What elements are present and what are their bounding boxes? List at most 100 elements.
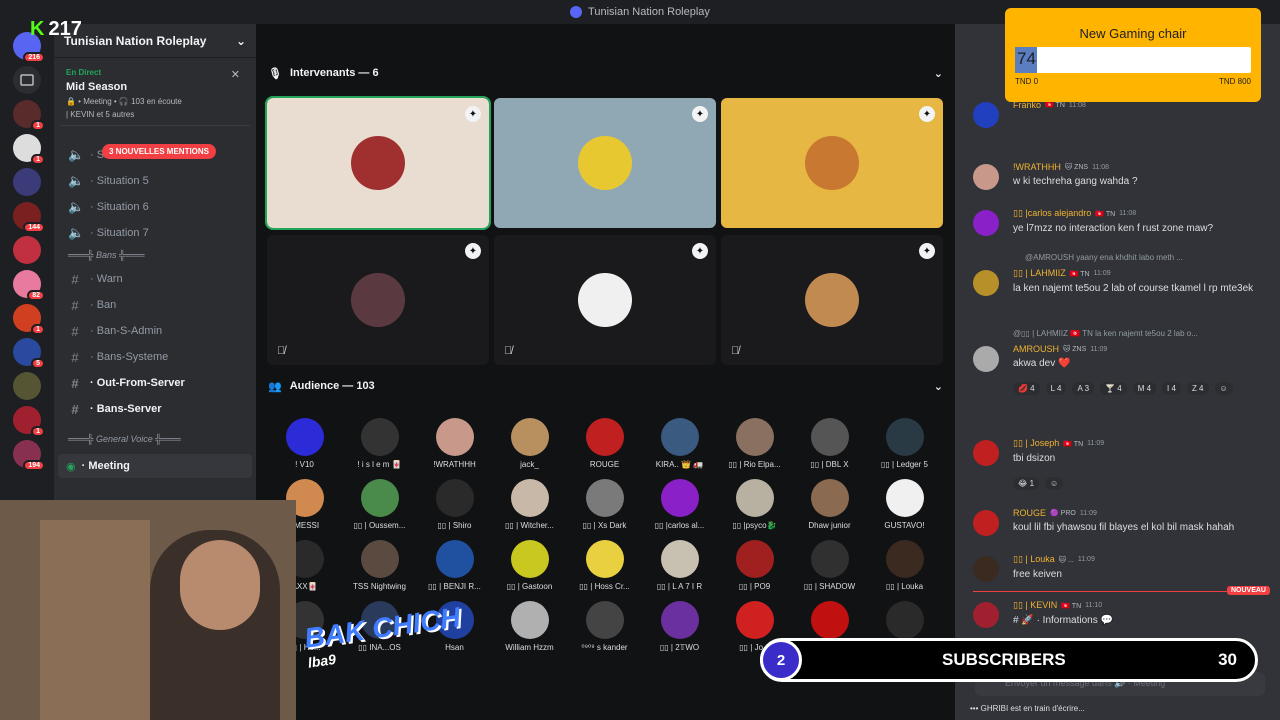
reaction-chip[interactable]: I 4 xyxy=(1162,382,1181,395)
audience-member[interactable]: ▯▯ | Shiro xyxy=(417,479,492,530)
audience-member[interactable]: ▯▯ | Rio Elpa... xyxy=(717,418,792,469)
audience-member[interactable]: ▯▯ | SHADOW xyxy=(792,540,867,591)
server-icon[interactable]: 82 xyxy=(13,270,45,301)
audience-member[interactable]: ROUGE xyxy=(567,418,642,469)
hash-icon: # xyxy=(71,349,79,365)
audience-member[interactable]: William Hzzm xyxy=(492,601,567,652)
reaction-chip[interactable]: A 3 xyxy=(1072,382,1095,395)
reply-preview[interactable]: @▯▯ | LAHMIIZ 🇹🇳 TN la ken najemt te5ou … xyxy=(1013,329,1198,338)
server-icon[interactable]: 144 xyxy=(13,202,45,233)
home-badge: 216 xyxy=(23,52,45,63)
category-general-voice[interactable]: ═══╬ General Voice ╬═══ xyxy=(54,430,256,450)
audience-member[interactable]: ▯▯ |psyco🐉 xyxy=(717,479,792,530)
chat-message[interactable]: ▯▯ | Joseph 🇹🇳 TN 11:09 tbi dsizon xyxy=(973,438,1268,466)
audience-member[interactable]: TSS Nightwing xyxy=(342,540,417,591)
server-icon[interactable]: 1 xyxy=(13,100,45,131)
text-channel[interactable]: # · Out-From-Server xyxy=(54,370,256,396)
audience-member[interactable]: ▯▯ | Witcher... xyxy=(492,479,567,530)
reply-preview[interactable]: @AMROUSH yaany ena khdhit labo meth ... xyxy=(1025,253,1183,262)
reaction-chip[interactable]: L 4 xyxy=(1045,382,1067,395)
audience-member[interactable]: ▯▯ | L A 7 I R xyxy=(642,540,717,591)
text-channel[interactable]: # · Warn xyxy=(54,266,256,292)
audience-member[interactable]: ⁰⁹⁰⁹ s kander xyxy=(567,601,642,652)
chat-message[interactable]: ROUGE 🟣 PRO 11:09 koul lil fbi yhawsou fil … xyxy=(973,508,1268,536)
avatar xyxy=(973,210,999,236)
voice-channel[interactable]: 🔈 · Situation 5 xyxy=(54,168,256,194)
speaker-tile[interactable]: ✦ xyxy=(721,98,943,228)
audience-member[interactable]: ▯▯ | 2𝕋WO xyxy=(642,601,717,652)
speaker-tile[interactable]: ✦ xyxy=(265,96,491,230)
audience-member[interactable]: ▯▯ | Hoss Cr... xyxy=(567,540,642,591)
server-header[interactable]: Tunisian Nation Roleplay ⌄ xyxy=(54,24,256,58)
avatar xyxy=(810,418,849,456)
inbox-icon[interactable] xyxy=(13,66,41,94)
server-icon[interactable]: 194 xyxy=(13,440,45,471)
chat-message[interactable]: ▯▯ | KEVIN 🇹🇳 TN 11:10 # 🚀 · Informations 💬 xyxy=(973,600,1268,628)
speaker-tile[interactable]: ✦ 🎙̸ xyxy=(721,235,943,365)
chat-message[interactable]: !WRATHHH 🐱 ZNS 11:08 w ki techreha gang wah… xyxy=(973,162,1268,190)
audience-member[interactable]: Dhaw junior xyxy=(792,479,867,530)
close-icon[interactable]: ✕ xyxy=(231,68,240,81)
audience-member[interactable]: ! V10 xyxy=(267,418,342,469)
reaction-chip[interactable]: ☺ xyxy=(1214,382,1233,395)
audience-member[interactable]: ▯▯ | Gastoon xyxy=(492,540,567,591)
audience-member[interactable]: KIRA.. 👑 🚛 xyxy=(642,418,717,469)
reaction-chip[interactable]: 💋 4 xyxy=(1013,382,1040,395)
chat-message[interactable]: AMROUSH 🐱 ZNS 11:09 akwa dev ❤️ xyxy=(973,344,1268,372)
server-icon[interactable]: 1 xyxy=(13,406,45,437)
author-name[interactable]: AMROUSH xyxy=(1013,344,1059,354)
author-name[interactable]: ROUGE xyxy=(1013,508,1046,518)
audience-member[interactable]: ▯▯ |carlos al... xyxy=(642,479,717,530)
audience-member[interactable]: GUSTAVO! xyxy=(867,479,942,530)
new-mentions-pill[interactable]: 3 NOUVELLES MENTIONS xyxy=(102,144,217,159)
live-stage-card[interactable]: En Direct Mid Season 🔒 • Meeting • 🎧 103… xyxy=(60,62,250,126)
reaction-chip[interactable]: Z 4 xyxy=(1186,382,1209,395)
reaction-chip[interactable]: 😂 1 xyxy=(1013,477,1040,490)
chevron-down-icon[interactable]: ⌄ xyxy=(934,380,943,393)
server-icon[interactable] xyxy=(13,168,41,196)
author-name[interactable]: ▯▯ | KEVIN xyxy=(1013,600,1057,611)
audience-member[interactable]: ▯▯ | Oussem... xyxy=(342,479,417,530)
server-icon[interactable] xyxy=(13,372,41,400)
server-icon[interactable]: 1 xyxy=(13,134,45,165)
chat-message[interactable]: ▯▯ | Louka 🐱 ... 11:09 free keiven xyxy=(973,554,1268,582)
reaction-chip[interactable]: ☺ xyxy=(1045,477,1064,490)
audience-member[interactable]: ▯▯ | Louka xyxy=(867,540,942,591)
server-icon[interactable]: 1 xyxy=(13,304,45,335)
chevron-down-icon[interactable]: ⌄ xyxy=(236,34,246,48)
chat-message[interactable]: ▯▯ | LAHMIIZ 🇹🇳 TN 11:09 la ken najemt te5o… xyxy=(973,268,1268,296)
server-icon[interactable]: 5 xyxy=(13,338,45,369)
voice-channel[interactable]: 🔈 · Situation 7 xyxy=(54,220,256,246)
text-channel[interactable]: # · Ban xyxy=(54,292,256,318)
chat-message[interactable]: ▯▯ |carlos alejandro 🇹🇳 TN 11:08 ye l7mzz n… xyxy=(973,208,1268,236)
audience-member[interactable]: ! i s l e m 🀄 xyxy=(342,418,417,469)
audience-member[interactable]: ▯▯ | PO9 xyxy=(717,540,792,591)
category-bans[interactable]: ═══╬ Bans ╬═══ xyxy=(54,246,256,266)
speaker-tile[interactable]: ✦ 🎙̸ xyxy=(494,235,716,365)
author-name[interactable]: ▯▯ |carlos alejandro xyxy=(1013,208,1091,219)
speaker-tile[interactable]: ✦ 🎙̸ xyxy=(267,235,489,365)
voice-channel[interactable]: 🔈 · Situation 6 xyxy=(54,194,256,220)
text-channel[interactable]: # · Bans-Systeme xyxy=(54,344,256,370)
audience-member[interactable]: jack_ xyxy=(492,418,567,469)
server-icon[interactable] xyxy=(13,236,41,264)
author-name[interactable]: ▯▯ | Joseph xyxy=(1013,438,1059,449)
speaker-tile[interactable]: ✦ xyxy=(494,98,716,228)
speakers-header[interactable]: 🎙 Intervenants — 6 ⌄ xyxy=(256,58,955,88)
author-name[interactable]: !WRATHHH xyxy=(1013,162,1061,172)
text-channel[interactable]: # · Ban-S-Admin xyxy=(54,318,256,344)
text-channel[interactable]: # · Bans-Server xyxy=(54,396,256,422)
audience-header[interactable]: 👥 Audience — 103 ⌄ xyxy=(256,371,955,401)
reaction-chip[interactable]: M 4 xyxy=(1132,382,1157,395)
reaction-chip[interactable]: 🍸 4 xyxy=(1100,382,1127,395)
author-name[interactable]: ▯▯ | Louka xyxy=(1013,554,1055,565)
author-name[interactable]: ▯▯ | LAHMIIZ xyxy=(1013,268,1066,279)
audience-member[interactable]: ▯▯ | BENJI R... xyxy=(417,540,492,591)
audience-member[interactable]: ▯▯ | Ledger 5 xyxy=(867,418,942,469)
audience-member[interactable]: !WRATHHH xyxy=(417,418,492,469)
audience-member[interactable]: ▯▯ | Xs Dark xyxy=(567,479,642,530)
chevron-down-icon[interactable]: ⌄ xyxy=(934,67,943,80)
channel-meeting[interactable]: ◉ · Meeting xyxy=(58,454,252,478)
member-name: ▯▯ | Hoss Cr... xyxy=(579,582,630,591)
audience-member[interactable]: ▯▯ | DBL X xyxy=(792,418,867,469)
